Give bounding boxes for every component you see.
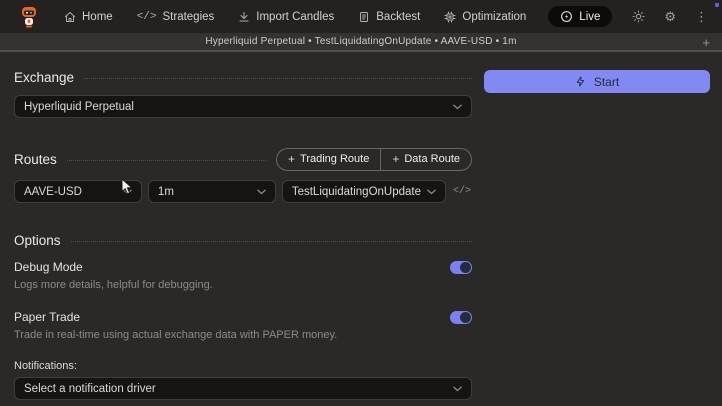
- routes-heading: Routes: [14, 152, 57, 167]
- route-strategy-value: TestLiquidatingOnUpdate: [292, 186, 421, 198]
- route-buttons: + Trading Route + Data Route: [276, 148, 472, 171]
- settings-gear-icon[interactable]: ⚙: [664, 10, 676, 23]
- session-tab[interactable]: Hyperliquid Perpetual • TestLiquidatingO…: [205, 36, 516, 47]
- add-trading-route-button[interactable]: + Trading Route: [277, 149, 380, 170]
- chip-icon: [444, 11, 456, 23]
- start-button[interactable]: Start: [484, 70, 710, 93]
- options-section-heading: Options: [14, 233, 472, 248]
- nav-home[interactable]: Home: [62, 7, 115, 27]
- notification-driver-select[interactable]: Select a notification driver: [14, 377, 472, 400]
- bolt-icon: [575, 76, 586, 87]
- nav-backtest-label: Backtest: [376, 11, 420, 23]
- main-nav: Home </> Strategies Import Candles Backt…: [62, 6, 612, 27]
- add-data-route-label: Data Route: [404, 153, 460, 165]
- top-navigation-bar: Home </> Strategies Import Candles Backt…: [0, 0, 722, 33]
- route-symbol-select[interactable]: AAVE-USD: [14, 180, 142, 203]
- paper-trade-toggle[interactable]: [450, 311, 472, 324]
- options-heading: Options: [14, 233, 61, 248]
- exchange-select[interactable]: Hyperliquid Perpetual: [14, 95, 472, 118]
- add-data-route-button[interactable]: + Data Route: [380, 149, 471, 170]
- start-button-label: Start: [594, 75, 619, 89]
- notification-driver-value: Select a notification driver: [24, 383, 447, 395]
- plus-icon: +: [288, 152, 295, 166]
- toggle-knob: [460, 312, 471, 323]
- paper-trade-caption: Trade in real-time using actual exchange…: [14, 329, 472, 341]
- debug-mode-label: Debug Mode: [14, 260, 83, 274]
- debug-mode-caption: Logs more details, helpful for debugging…: [14, 279, 472, 291]
- view-strategy-code-icon[interactable]: </>: [452, 186, 472, 197]
- live-page: Exchange Hyperliquid Perpetual Routes + …: [0, 52, 722, 406]
- dotted-divider: [67, 160, 266, 161]
- plus-icon: +: [392, 152, 399, 166]
- debug-mode-toggle[interactable]: [450, 261, 472, 274]
- nav-import-candles-label: Import Candles: [256, 11, 334, 23]
- paper-trade-row: Paper Trade: [14, 310, 472, 324]
- notifications-label: Notifications:: [14, 360, 472, 372]
- theme-sun-icon[interactable]: [632, 10, 645, 23]
- routes-section-heading: Routes + Trading Route + Data Route: [14, 148, 472, 171]
- dotted-divider: [84, 78, 472, 79]
- chevron-down-icon: [427, 189, 436, 195]
- paper-trade-label: Paper Trade: [14, 310, 80, 324]
- route-timeframe-select[interactable]: 1m: [148, 180, 276, 203]
- chevron-down-icon: [453, 104, 462, 110]
- add-trading-route-label: Trading Route: [300, 153, 369, 165]
- notification-dot: [715, 3, 719, 7]
- jesse-logo[interactable]: [14, 4, 44, 30]
- dotted-divider: [71, 241, 472, 242]
- exchange-section-heading: Exchange: [14, 70, 472, 85]
- debug-mode-row: Debug Mode: [14, 260, 472, 274]
- session-tab-bar: Hyperliquid Perpetual • TestLiquidatingO…: [0, 33, 722, 52]
- chevron-down-icon: [123, 189, 132, 195]
- chevron-down-icon: [453, 386, 462, 392]
- nav-optimization[interactable]: Optimization: [442, 7, 528, 27]
- form-column: Exchange Hyperliquid Perpetual Routes + …: [14, 70, 472, 406]
- bolt-circle-icon: [560, 10, 573, 23]
- action-column: Start: [484, 70, 710, 406]
- kebab-menu-icon[interactable]: ⋮: [695, 10, 708, 23]
- chevron-down-icon: [257, 189, 266, 195]
- code-icon: </>: [137, 11, 157, 23]
- nav-backtest[interactable]: Backtest: [356, 7, 422, 27]
- exchange-select-value: Hyperliquid Perpetual: [24, 101, 447, 113]
- nav-home-label: Home: [82, 11, 113, 23]
- nav-live-label: Live: [579, 11, 600, 23]
- add-session-button[interactable]: +: [702, 33, 710, 52]
- home-icon: [64, 11, 76, 23]
- nav-strategies-label: Strategies: [163, 11, 215, 23]
- nav-import-candles[interactable]: Import Candles: [236, 7, 336, 27]
- app-window: Home </> Strategies Import Candles Backt…: [0, 0, 722, 406]
- exchange-heading: Exchange: [14, 70, 74, 85]
- download-icon: [238, 11, 250, 23]
- nav-strategies[interactable]: </> Strategies: [135, 7, 217, 27]
- trading-route-row: AAVE-USD 1m TestLiquidatingOnUpdate: [14, 180, 472, 203]
- route-strategy-select[interactable]: TestLiquidatingOnUpdate: [282, 180, 446, 203]
- document-icon: [358, 11, 370, 23]
- route-symbol-value: AAVE-USD: [24, 186, 117, 198]
- robot-logo-icon: [17, 5, 41, 29]
- nav-live[interactable]: Live: [548, 6, 612, 27]
- topbar-actions: ⚙ ⋮: [632, 10, 708, 23]
- nav-optimization-label: Optimization: [462, 11, 526, 23]
- toggle-knob: [460, 262, 471, 273]
- route-timeframe-value: 1m: [158, 186, 251, 198]
